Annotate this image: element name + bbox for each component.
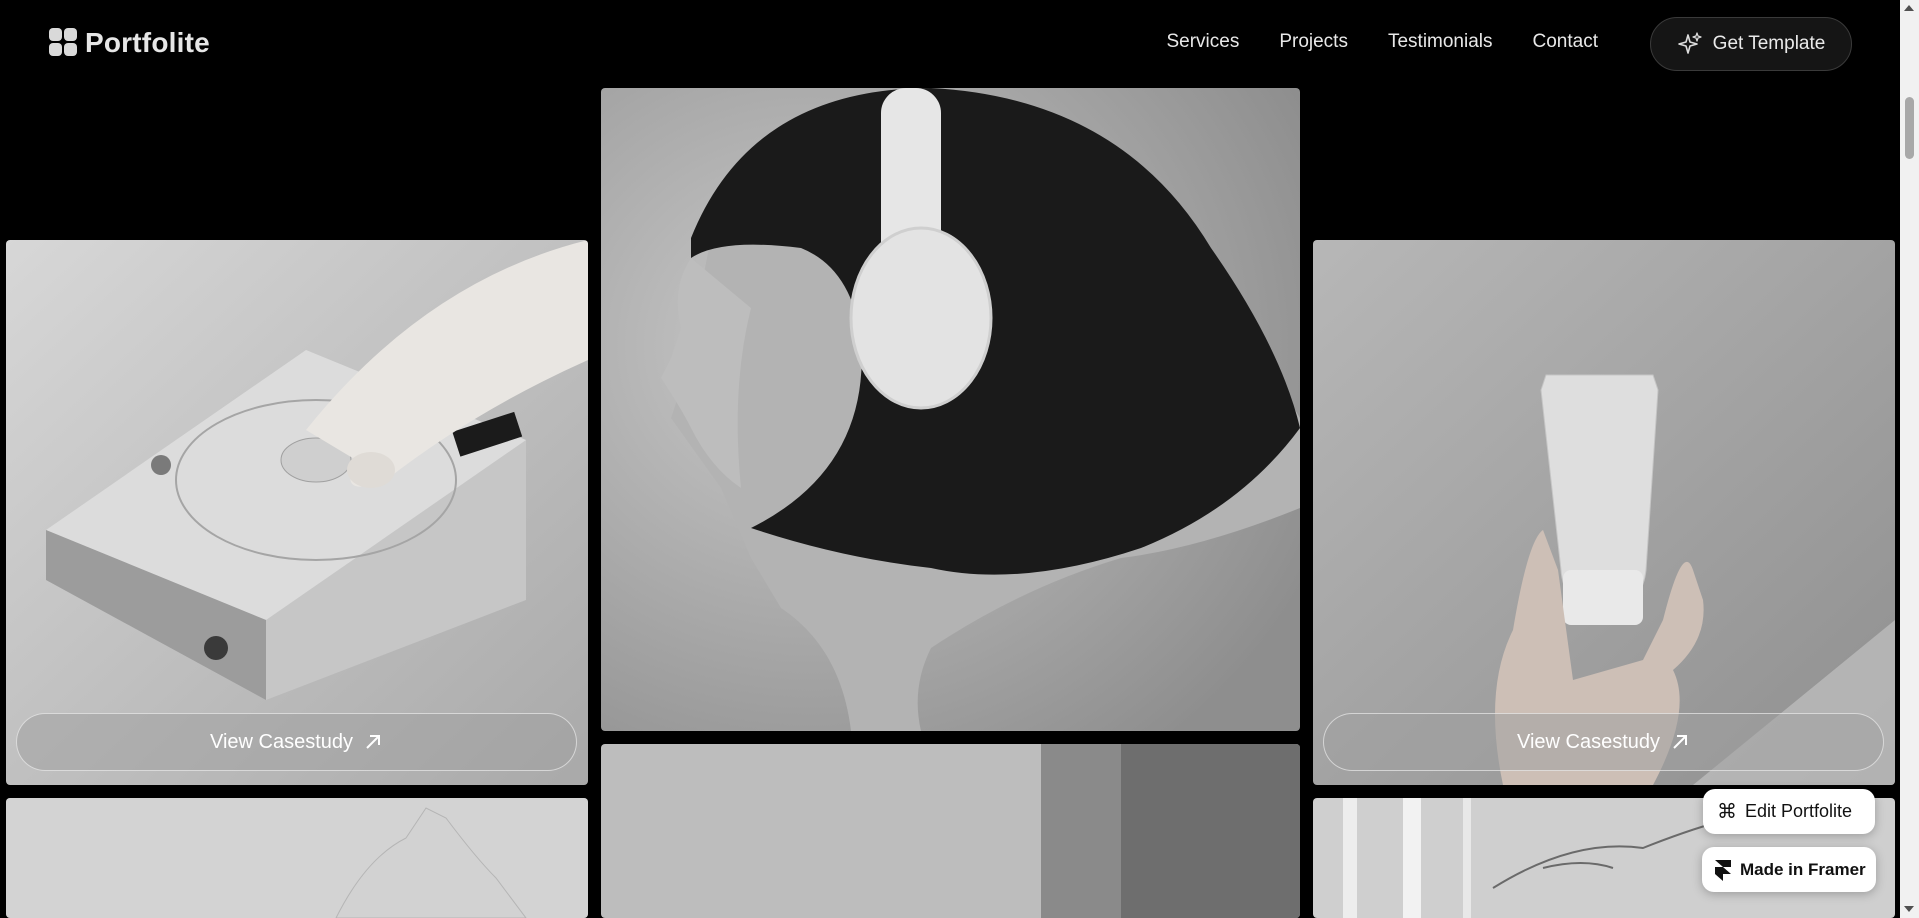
scroll-up-arrow-icon[interactable] — [1904, 5, 1914, 11]
view-casestudy-label: View Casestudy — [1516, 730, 1661, 753]
get-template-label: Get Template — [1712, 33, 1826, 54]
get-template-button[interactable]: Get Template — [1650, 17, 1852, 71]
nav-services[interactable]: Services — [1166, 31, 1239, 53]
scroll-down-arrow-icon[interactable] — [1904, 906, 1914, 912]
project-card-headphones[interactable] — [601, 88, 1300, 731]
view-casestudy-label: View Casestudy — [209, 730, 354, 753]
project-card-skincare[interactable]: View Casestudy — [1313, 240, 1895, 785]
nav-projects[interactable]: Projects — [1279, 31, 1348, 53]
edit-portfolite-label: Edit Portfolite — [1745, 801, 1853, 821]
page-scrollbar[interactable] — [1900, 0, 1919, 918]
skincare-tube-photo — [1313, 240, 1895, 785]
project-card-device[interactable]: View Casestudy — [6, 240, 588, 785]
framer-icon — [1715, 859, 1731, 881]
main-nav: Services Projects Testimonials Contact — [1166, 31, 1598, 53]
site-header: Portfolite Services Projects Testimonial… — [0, 0, 1900, 88]
made-in-framer-label: Made in Framer — [1740, 859, 1866, 879]
view-casestudy-button[interactable]: View Casestudy — [1323, 713, 1884, 771]
headphones-portrait-photo — [601, 88, 1300, 731]
project-card-abstract[interactable] — [601, 744, 1300, 918]
view-casestudy-button[interactable]: View Casestudy — [16, 713, 577, 771]
portfolite-logo-icon — [49, 28, 79, 58]
abstract-photo — [601, 744, 1300, 918]
nav-contact[interactable]: Contact — [1533, 31, 1598, 53]
scrollbar-thumb[interactable] — [1905, 97, 1914, 159]
command-icon: ⌘ — [1717, 801, 1737, 823]
logo[interactable]: Portfolite — [49, 27, 210, 59]
rock-photo — [6, 798, 588, 918]
arrow-up-right-icon — [366, 735, 381, 749]
sparkle-icon — [1677, 32, 1702, 54]
project-card-rock[interactable] — [6, 798, 588, 918]
edit-portfolite-badge[interactable]: ⌘ Edit Portfolite — [1703, 789, 1875, 834]
brand-name: Portfolite — [85, 27, 210, 58]
nav-testimonials[interactable]: Testimonials — [1388, 31, 1493, 53]
made-in-framer-badge[interactable]: Made in Framer — [1702, 847, 1876, 892]
arrow-up-right-icon — [1673, 735, 1688, 749]
device-photo — [6, 240, 588, 785]
